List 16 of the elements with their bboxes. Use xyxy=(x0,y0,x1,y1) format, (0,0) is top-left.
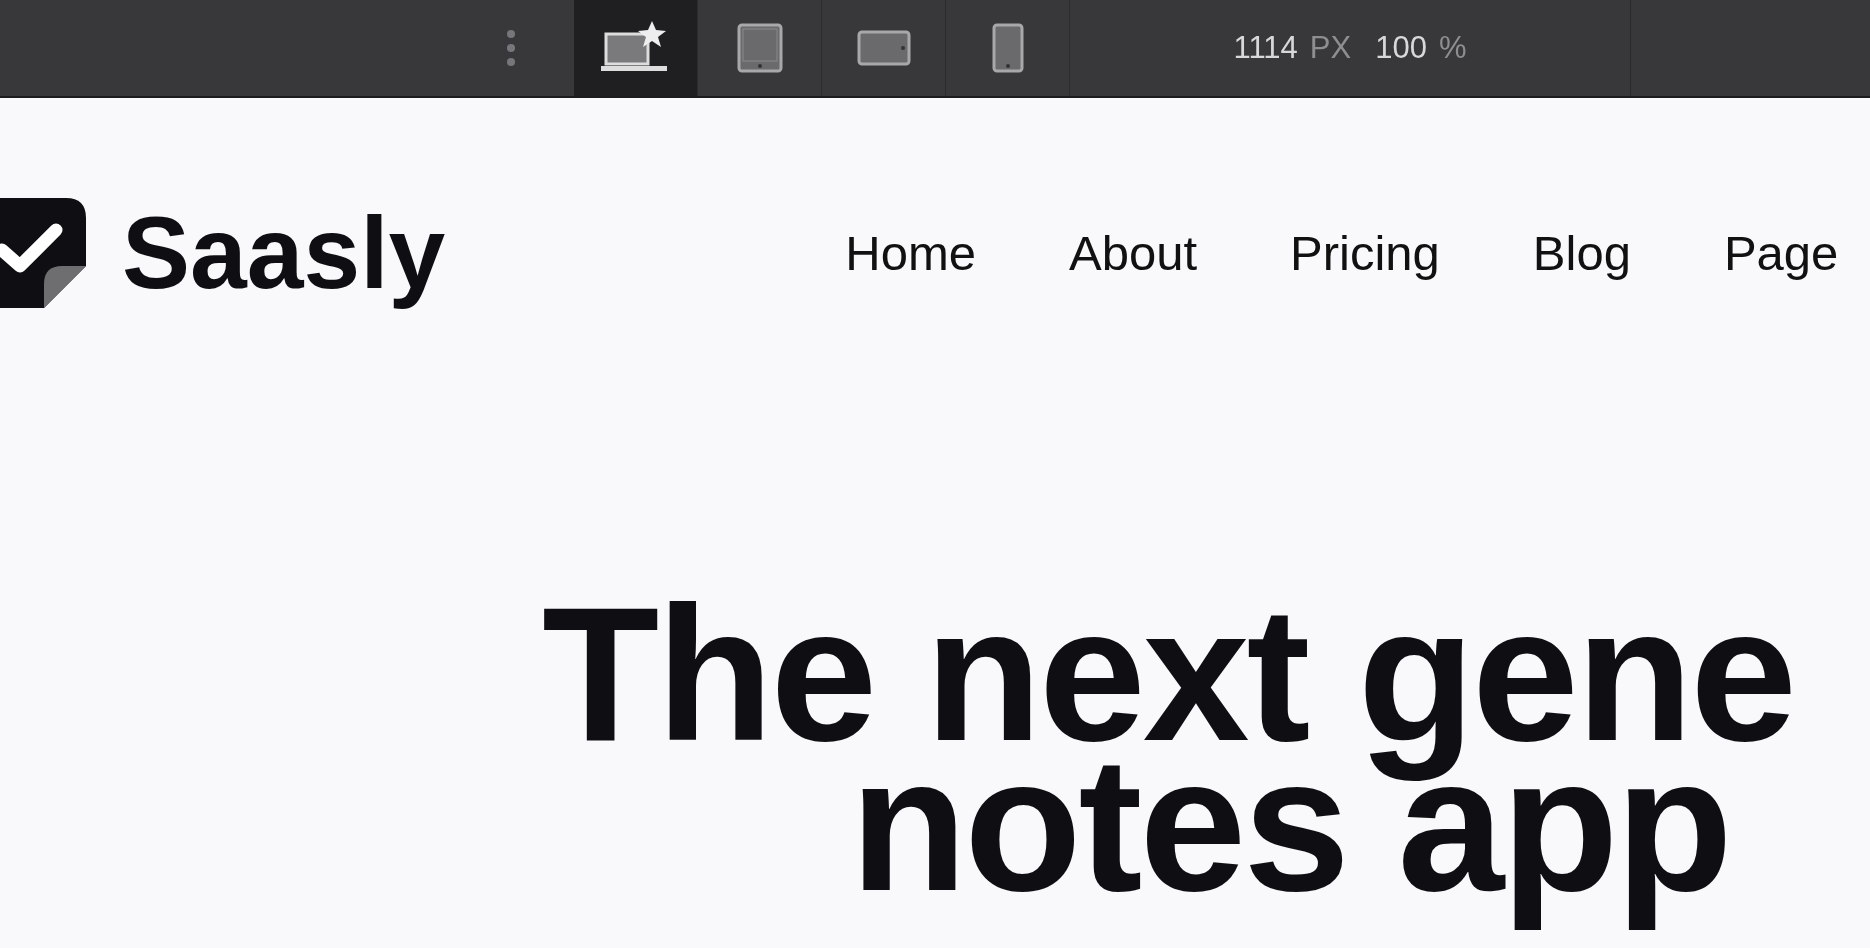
zoom-value: 100 xyxy=(1375,30,1427,66)
more-icon[interactable] xyxy=(506,28,516,68)
phone-icon xyxy=(991,23,1024,73)
brand-name[interactable]: Saasly xyxy=(122,194,446,312)
nav-link[interactable]: Blog xyxy=(1532,225,1631,281)
width-value: 1114 xyxy=(1233,30,1298,66)
nav-link[interactable]: Pricing xyxy=(1290,225,1440,281)
nav-link[interactable]: About xyxy=(1069,225,1198,281)
nav-link[interactable]: Home xyxy=(845,225,976,281)
nav-link[interactable]: Page xyxy=(1723,225,1839,281)
checkmark-logo-icon[interactable] xyxy=(0,198,86,308)
zoom-unit: % xyxy=(1438,30,1467,66)
laptop-view-button[interactable] xyxy=(574,0,698,96)
width-unit: PX xyxy=(1309,30,1352,66)
tablet-landscape-icon xyxy=(856,30,911,66)
tablet-icon xyxy=(736,23,783,73)
